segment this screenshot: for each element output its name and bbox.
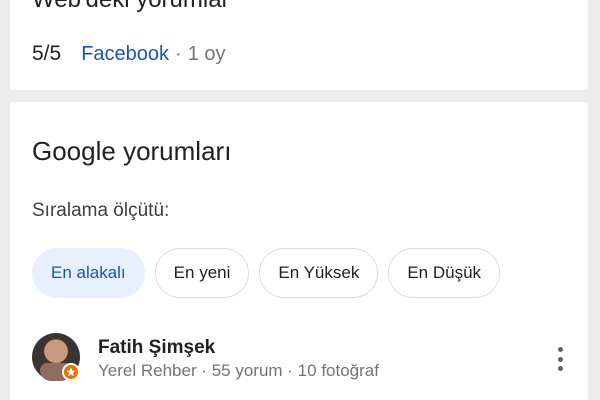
reviewer-meta: Yerel Rehber · 55 yorum · 10 fotoğraf bbox=[98, 361, 379, 380]
separator-dot: · bbox=[175, 42, 182, 65]
dot bbox=[557, 356, 563, 362]
left-frame bbox=[0, 0, 10, 400]
web-review-time: 1 oy bbox=[187, 42, 226, 65]
local-guide-star-icon bbox=[62, 363, 80, 381]
star-icon bbox=[66, 367, 76, 377]
web-reviews-title: Web'deki yorumlar bbox=[32, 0, 230, 14]
dot bbox=[557, 366, 563, 371]
sort-chip-most-relevant[interactable]: En alakalı bbox=[32, 248, 145, 298]
dot bbox=[557, 347, 563, 352]
avatar[interactable] bbox=[32, 333, 80, 381]
google-reviews-title: Google yorumları bbox=[32, 136, 232, 166]
web-review-source-link[interactable]: Facebook bbox=[81, 43, 169, 66]
right-frame bbox=[588, 0, 600, 400]
sort-chips: En alakalı En yeni En Yüksek En Düşük bbox=[32, 248, 501, 298]
web-review-rating: 5/5 bbox=[32, 42, 62, 65]
section-divider bbox=[10, 90, 588, 102]
sort-chip-lowest[interactable]: En Düşük bbox=[388, 248, 501, 298]
sort-label: Sıralama ölçütü: bbox=[32, 200, 170, 221]
sort-chip-newest[interactable]: En yeni bbox=[154, 248, 250, 298]
more-vert-icon[interactable] bbox=[550, 347, 570, 371]
reviewer-name[interactable]: Fatih Şimşek bbox=[98, 337, 215, 359]
web-review-row: 5/5 Facebook · 1 oy bbox=[32, 40, 226, 68]
review-item: Fatih Şimşek Yerel Rehber · 55 yorum · 1… bbox=[32, 333, 580, 393]
sort-chip-highest[interactable]: En Yüksek bbox=[259, 248, 379, 298]
